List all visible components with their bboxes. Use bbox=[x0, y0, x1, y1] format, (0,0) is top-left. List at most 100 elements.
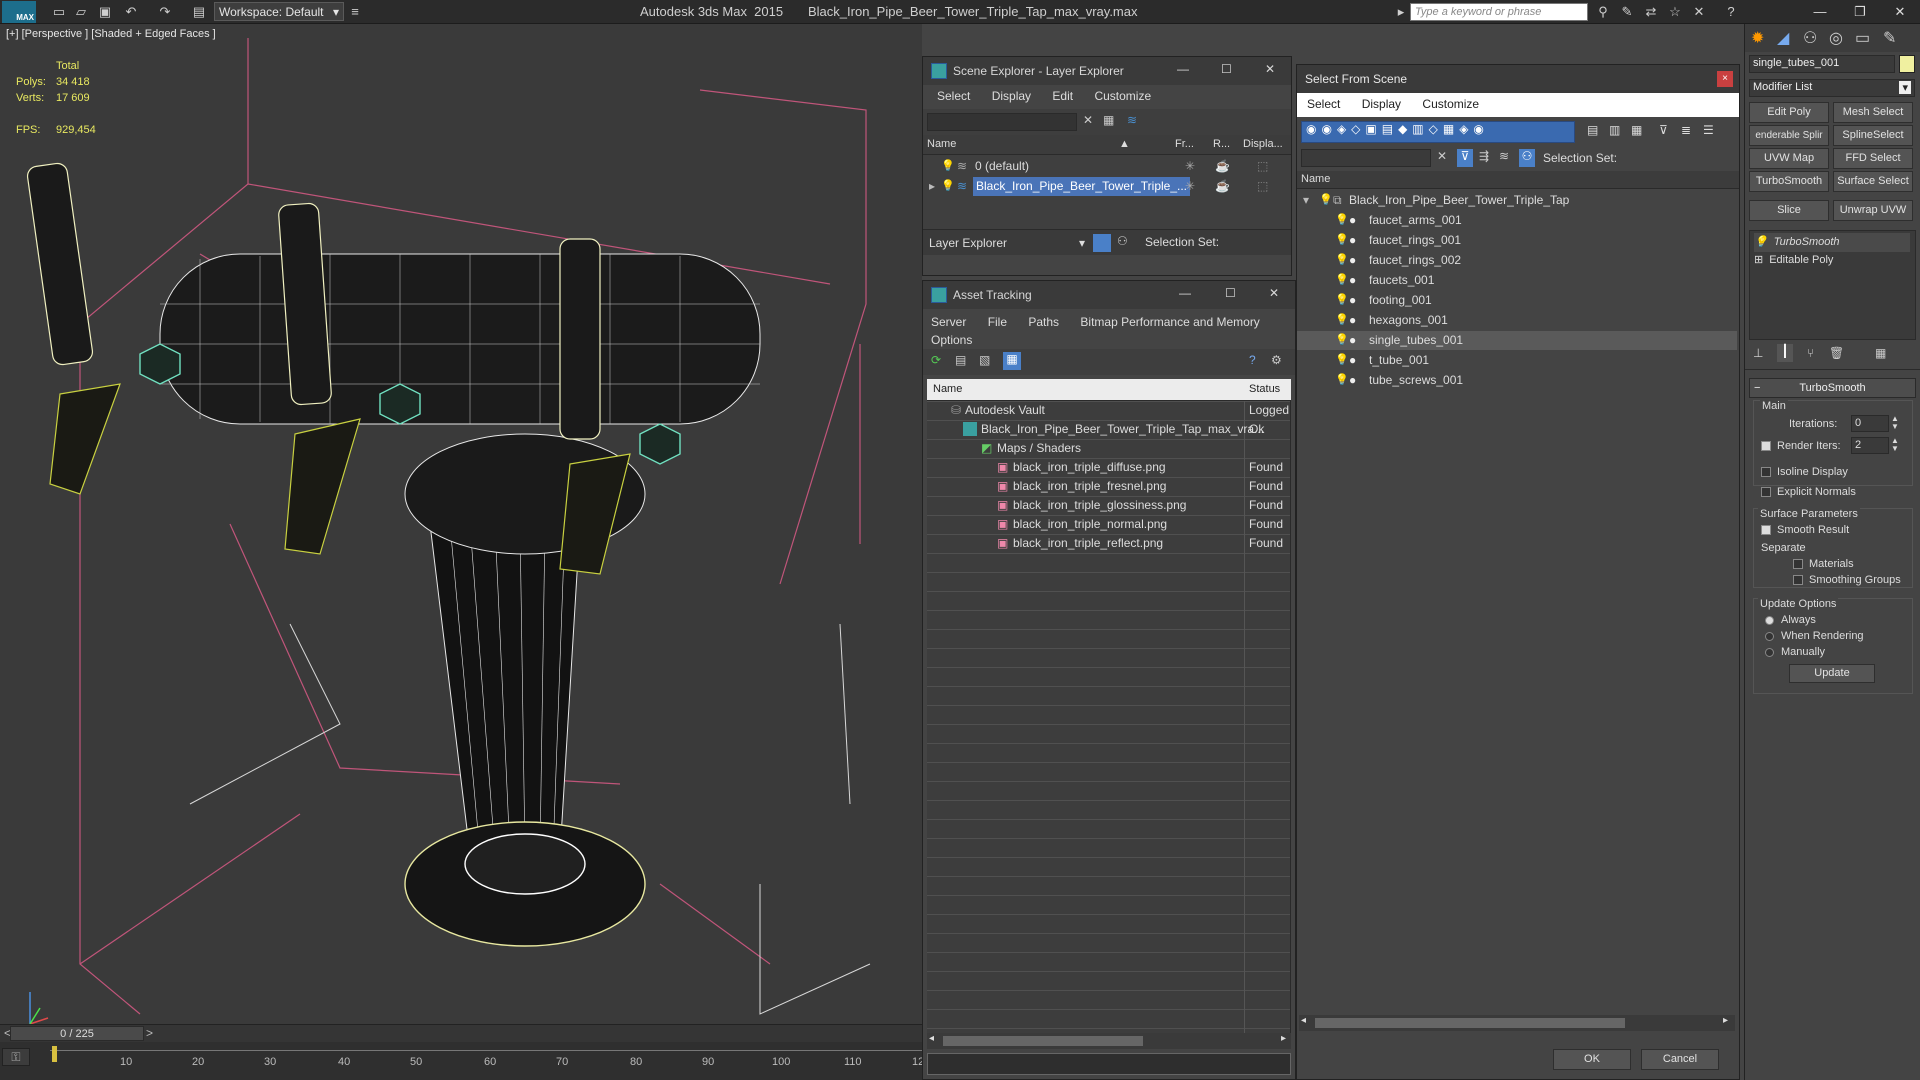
manually-radio[interactable] bbox=[1765, 646, 1780, 658]
remove-modifier-icon[interactable]: 🗑 bbox=[1829, 346, 1844, 360]
help-icon[interactable]: ? bbox=[1249, 353, 1256, 367]
lightbulb-icon[interactable]: 💡 bbox=[1335, 291, 1349, 310]
filter-active-icon[interactable]: ⊽ bbox=[1457, 149, 1473, 167]
menu-select[interactable]: Select bbox=[1307, 97, 1340, 111]
render-teapot-icon[interactable]: ☕ bbox=[1215, 177, 1230, 196]
close-icon[interactable]: ✕ bbox=[1265, 62, 1275, 76]
list-item[interactable]: 💡 ● t_tube_001 bbox=[1297, 351, 1737, 370]
project-folder-icon[interactable]: ▤ bbox=[190, 3, 208, 21]
list-item[interactable]: 💡 ● faucets_001 bbox=[1297, 271, 1737, 290]
slice-button[interactable]: Slice bbox=[1749, 200, 1829, 221]
column-name[interactable]: Name bbox=[933, 383, 962, 395]
undo-icon[interactable]: ↶ bbox=[122, 3, 140, 21]
layers-icon[interactable]: ≋ bbox=[1499, 149, 1509, 163]
asset-tracking-titlebar[interactable]: Asset Tracking — ☐ ✕ bbox=[923, 281, 1295, 309]
layer-mode-icon[interactable] bbox=[1093, 234, 1111, 252]
menu-bitmap-performance[interactable]: Bitmap Performance and Memory bbox=[1080, 315, 1259, 329]
display-tab-icon[interactable]: ▭ bbox=[1855, 28, 1870, 48]
lightbulb-icon[interactable]: 💡 bbox=[1335, 211, 1349, 230]
renderable-spline-button[interactable]: enderable Splir bbox=[1749, 125, 1829, 146]
materials-checkbox[interactable] bbox=[1793, 558, 1809, 570]
list-item[interactable]: 💡 ● tube_screws_001 bbox=[1297, 371, 1737, 390]
lightbulb-icon[interactable]: 💡 bbox=[1335, 251, 1349, 270]
display-icon[interactable]: ⬚ bbox=[1257, 157, 1268, 176]
list-item[interactable]: 💡 ● faucet_arms_001 bbox=[1297, 211, 1737, 230]
expand-icon[interactable]: ▸ bbox=[929, 177, 935, 196]
column-sort-icon[interactable]: ▲ bbox=[1119, 138, 1130, 150]
frame-counter[interactable]: 0 / 225 bbox=[10, 1026, 144, 1041]
configure-sets-icon[interactable]: ▦ bbox=[1875, 346, 1886, 360]
hierarchy-icon[interactable]: ⚇ bbox=[1117, 234, 1128, 248]
uvw-map-button[interactable]: UVW Map bbox=[1749, 148, 1829, 169]
app-logo[interactable]: MAX bbox=[2, 1, 36, 23]
explicit-normals-checkbox[interactable] bbox=[1761, 486, 1777, 498]
lightbulb-icon[interactable]: 💡 bbox=[1754, 236, 1768, 248]
list-view-icon[interactable]: ▤ bbox=[955, 353, 966, 367]
search-arrow-icon[interactable]: ▸ bbox=[1392, 3, 1410, 21]
turbosmooth-rollout-header[interactable]: − TurboSmooth bbox=[1749, 378, 1916, 398]
menu-paths[interactable]: Paths bbox=[1028, 315, 1059, 329]
list-item[interactable]: 💡 ● faucet_rings_001 bbox=[1297, 231, 1737, 250]
layers-icon[interactable]: ≋ bbox=[1127, 113, 1137, 127]
horizontal-scrollbar[interactable]: ◂ ▸ bbox=[1299, 1015, 1735, 1031]
lightbulb-icon[interactable]: 💡 bbox=[1319, 191, 1333, 210]
object-name-field[interactable]: single_tubes_001 bbox=[1749, 55, 1895, 73]
lightbulb-icon[interactable]: 💡 bbox=[1335, 351, 1349, 370]
modifier-list-dropdown[interactable]: Modifier List ▾ bbox=[1749, 79, 1915, 97]
find-input[interactable] bbox=[1301, 149, 1431, 167]
menu-options[interactable]: Options bbox=[931, 333, 972, 347]
utilities-tab-icon[interactable]: ✎ bbox=[1883, 28, 1896, 48]
column-display[interactable]: Displa... bbox=[1243, 138, 1283, 150]
isoline-checkbox[interactable] bbox=[1761, 466, 1777, 478]
menu-display[interactable]: Display bbox=[1362, 97, 1401, 111]
workspace-dropdown[interactable]: Workspace: Default ▾ bbox=[214, 2, 344, 21]
object-color-swatch[interactable] bbox=[1899, 55, 1915, 73]
table-row[interactable]: ▣ black_iron_triple_glossiness.png Found bbox=[927, 496, 1293, 515]
thumbnail-view-icon[interactable]: ▧ bbox=[979, 353, 990, 367]
perspective-viewport[interactable]: [+] [Perspective ] [Shaded + Edged Faces… bbox=[0, 24, 922, 1024]
spinner-arrows-icon[interactable]: ▲ ▼ bbox=[1891, 437, 1899, 453]
minimize-icon[interactable]: — bbox=[1800, 0, 1840, 24]
make-unique-icon[interactable]: ⑂ bbox=[1807, 346, 1814, 360]
find-input[interactable] bbox=[927, 113, 1077, 131]
pin-stack-icon[interactable]: ⊥ bbox=[1753, 346, 1763, 360]
lightbulb-icon[interactable]: 💡 bbox=[941, 157, 955, 176]
next-frame-icon[interactable]: > bbox=[146, 1026, 153, 1040]
menu-file[interactable]: File bbox=[988, 315, 1007, 329]
freeze-icon[interactable]: ✳ bbox=[1185, 157, 1195, 176]
time-slider[interactable]: < 0 / 225 > bbox=[0, 1024, 922, 1042]
settings-help-icon[interactable]: ⚙ bbox=[1271, 353, 1282, 367]
layer-row[interactable]: 💡 ≋ 0 (default) ✳ ☕ ⬚ bbox=[923, 157, 1291, 176]
key-filter-icon[interactable]: ⚿ bbox=[2, 1048, 30, 1066]
table-row[interactable]: ▣ black_iron_triple_fresnel.png Found bbox=[927, 477, 1293, 496]
asset-path-field[interactable] bbox=[927, 1053, 1291, 1075]
options-icon[interactable]: ☰ bbox=[1703, 123, 1714, 137]
select-from-scene-titlebar[interactable]: Select From Scene × bbox=[1297, 65, 1739, 93]
turbosmooth-button[interactable]: TurboSmooth bbox=[1749, 171, 1829, 192]
render-iters-checkbox[interactable] bbox=[1761, 440, 1777, 452]
close-icon[interactable]: ✕ bbox=[1880, 0, 1920, 24]
list-item[interactable]: 💡 ● faucet_rings_002 bbox=[1297, 251, 1737, 270]
list-item[interactable]: 💡 ● hexagons_001 bbox=[1297, 311, 1737, 330]
clear-search-icon[interactable]: ✕ bbox=[1437, 149, 1447, 163]
show-end-result-icon[interactable]: ┃ bbox=[1777, 344, 1793, 362]
table-row[interactable]: ⛁ Autodesk Vault Logged bbox=[927, 401, 1293, 420]
time-marker[interactable] bbox=[52, 1046, 57, 1062]
update-button[interactable]: Update bbox=[1789, 664, 1875, 683]
iterations-spinner[interactable]: 0 bbox=[1851, 415, 1889, 432]
column-name[interactable]: Name bbox=[1297, 171, 1739, 189]
collapse-icon[interactable]: ▾ bbox=[1303, 191, 1309, 210]
modify-tab-icon[interactable]: ◢ bbox=[1777, 28, 1789, 48]
modifier-stack[interactable]: 💡 TurboSmooth ⊞ Editable Poly bbox=[1749, 230, 1916, 340]
expand-icon[interactable]: ⊞ bbox=[1754, 254, 1763, 266]
table-row[interactable]: Black_Iron_Pipe_Beer_Tower_Triple_Tap_ma… bbox=[927, 420, 1293, 439]
menu-customize[interactable]: Customize bbox=[1422, 97, 1479, 111]
table-row[interactable]: ▣ black_iron_triple_reflect.png Found bbox=[927, 534, 1293, 553]
when-rendering-radio[interactable] bbox=[1765, 630, 1780, 642]
close-icon[interactable]: × bbox=[1717, 71, 1733, 87]
unwrap-uvw-button[interactable]: Unwrap UVW bbox=[1833, 200, 1913, 221]
column-name[interactable]: Name bbox=[927, 138, 956, 150]
table-row[interactable]: ▣ black_iron_triple_normal.png Found bbox=[927, 515, 1293, 534]
surface-select-button[interactable]: Surface Select bbox=[1833, 171, 1913, 192]
render-teapot-icon[interactable]: ☕ bbox=[1215, 157, 1230, 176]
